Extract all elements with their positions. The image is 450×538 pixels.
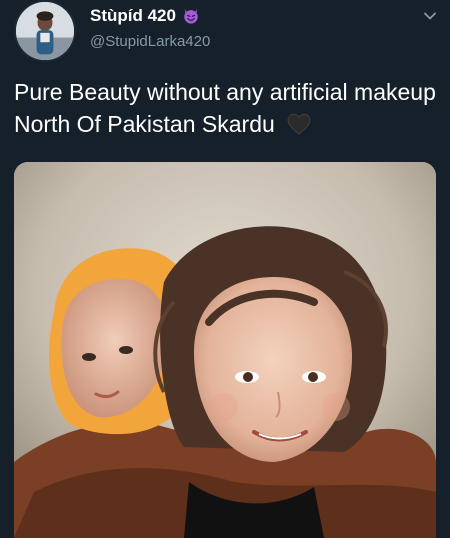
user-info: Stùpíd 420 @StupidLarka420 xyxy=(90,6,210,50)
tweet-text: Pure Beauty without any artificial makeu… xyxy=(14,76,444,140)
avatar-photo xyxy=(16,2,74,60)
user-handle[interactable]: @StupidLarka420 xyxy=(90,33,210,50)
display-name-text: Stùpíd 420 xyxy=(90,6,176,25)
photo-children xyxy=(14,162,436,538)
tweet-body: Pure Beauty without any artificial makeu… xyxy=(14,79,436,137)
chevron-down-icon[interactable] xyxy=(422,8,438,24)
tweet-card: Stùpíd 420 @StupidLarka420 Pure Beauty w… xyxy=(0,0,450,538)
profile-avatar[interactable] xyxy=(14,0,76,62)
black-heart-icon xyxy=(287,113,311,135)
smiling-devil-icon xyxy=(184,8,198,24)
display-name[interactable]: Stùpíd 420 xyxy=(90,6,200,26)
tweet-media-photo[interactable] xyxy=(14,162,436,538)
